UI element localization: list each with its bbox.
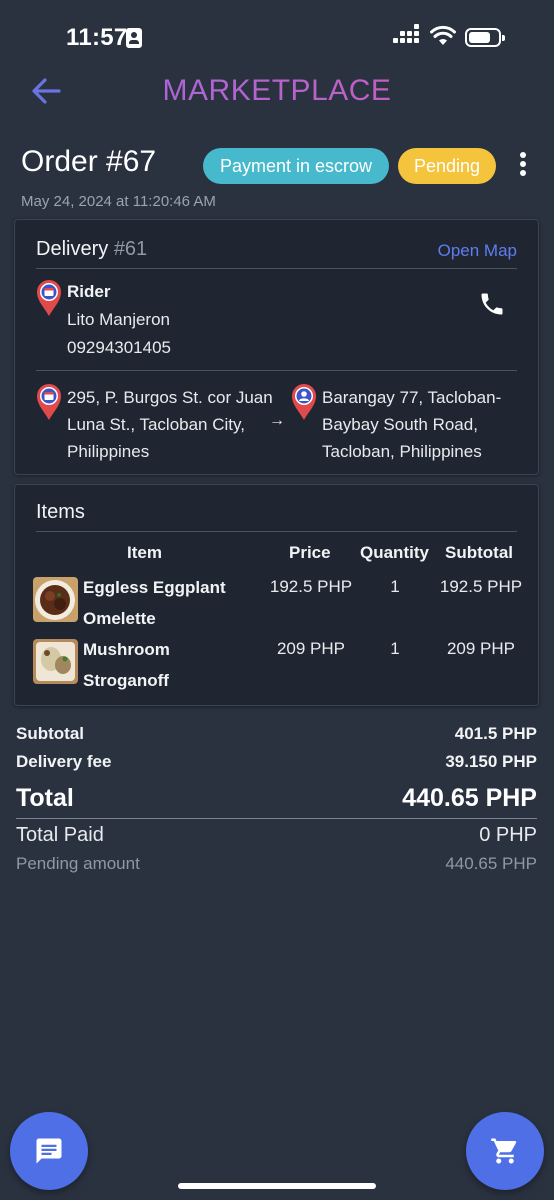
- items-title: Items: [36, 501, 85, 523]
- pickup-address: 295, P. Burgos St. cor Juan Luna St., Ta…: [67, 388, 273, 461]
- order-title: Order #67: [21, 145, 157, 178]
- payment-status-badge: Payment in escrow: [203, 148, 389, 184]
- delivery-fee-value: 39.150 PHP: [445, 752, 537, 771]
- divider: [16, 818, 537, 819]
- item-quantity: 1: [390, 639, 400, 658]
- total-paid-value: 0 PHP: [479, 824, 537, 846]
- status-time: 11:57: [66, 24, 128, 51]
- item-price: 192.5 PHP: [269, 577, 353, 596]
- item-name: Eggless Eggplant Omelette: [83, 578, 226, 628]
- divider: [36, 531, 517, 532]
- food-thumbnail: [33, 639, 78, 684]
- delivery-fee-label: Delivery fee: [16, 752, 112, 771]
- subtotal-value: 401.5 PHP: [454, 724, 537, 743]
- cart-icon: [491, 1138, 517, 1164]
- dropoff-address: Barangay 77, Tacloban-Baybay South Road,…: [322, 388, 502, 461]
- pending-amount-label: Pending amount: [16, 854, 140, 873]
- delivery-card: Delivery #61 Open Map Rider Lito Manjero…: [14, 219, 539, 475]
- divider: [36, 370, 517, 371]
- item-price: 209 PHP: [276, 639, 346, 658]
- column-header-price: Price: [289, 543, 331, 562]
- item-subtotal: 209 PHP: [446, 639, 516, 658]
- items-card: Items Item Price Quantity Subtotal Eggle…: [14, 484, 539, 706]
- cellular-signal-icon: [393, 24, 419, 47]
- more-vert-icon[interactable]: [514, 152, 532, 178]
- phone-icon[interactable]: [478, 290, 506, 318]
- order-status-badge: Pending: [398, 148, 496, 184]
- store-pin-icon: [37, 384, 61, 420]
- wifi-icon: [430, 25, 456, 45]
- total-value: 440.65 PHP: [402, 784, 537, 812]
- page-title: MARKETPLACE: [0, 74, 554, 108]
- open-map-link[interactable]: Open Map: [438, 241, 517, 261]
- column-header-subtotal: Subtotal: [445, 543, 513, 562]
- id-card-icon: [126, 28, 142, 48]
- divider: [36, 268, 517, 269]
- rider-label: Rider: [67, 282, 111, 301]
- column-header-item: Item: [127, 543, 162, 562]
- person-pin-icon: [292, 384, 316, 420]
- rider-phone: 09294301405: [67, 338, 172, 357]
- home-indicator: [178, 1183, 376, 1189]
- chat-button[interactable]: [10, 1112, 88, 1190]
- item-name: Mushroom Stroganoff: [83, 640, 170, 690]
- food-thumbnail: [33, 577, 78, 622]
- delivery-number: #61: [113, 238, 148, 260]
- status-bar: 11:57: [0, 0, 554, 74]
- chat-icon: [36, 1138, 62, 1164]
- item-quantity: 1: [390, 577, 400, 596]
- pending-amount-value: 440.65 PHP: [445, 854, 537, 873]
- total-paid-label: Total Paid: [16, 824, 104, 846]
- delivery-title-label: Delivery: [36, 238, 109, 260]
- column-header-quantity: Quantity: [360, 543, 429, 562]
- cart-button[interactable]: [466, 1112, 544, 1190]
- order-date: May 24, 2024 at 11:20:46 AM: [21, 193, 216, 210]
- route-arrow-icon: →: [269, 412, 285, 429]
- store-pin-icon: [37, 280, 61, 316]
- battery-icon: [465, 28, 505, 47]
- rider-name: Lito Manjeron: [67, 310, 171, 329]
- delivery-title: Delivery #61: [36, 238, 147, 261]
- subtotal-label: Subtotal: [16, 724, 84, 743]
- item-subtotal: 192.5 PHP: [439, 577, 523, 596]
- total-label: Total: [16, 784, 74, 812]
